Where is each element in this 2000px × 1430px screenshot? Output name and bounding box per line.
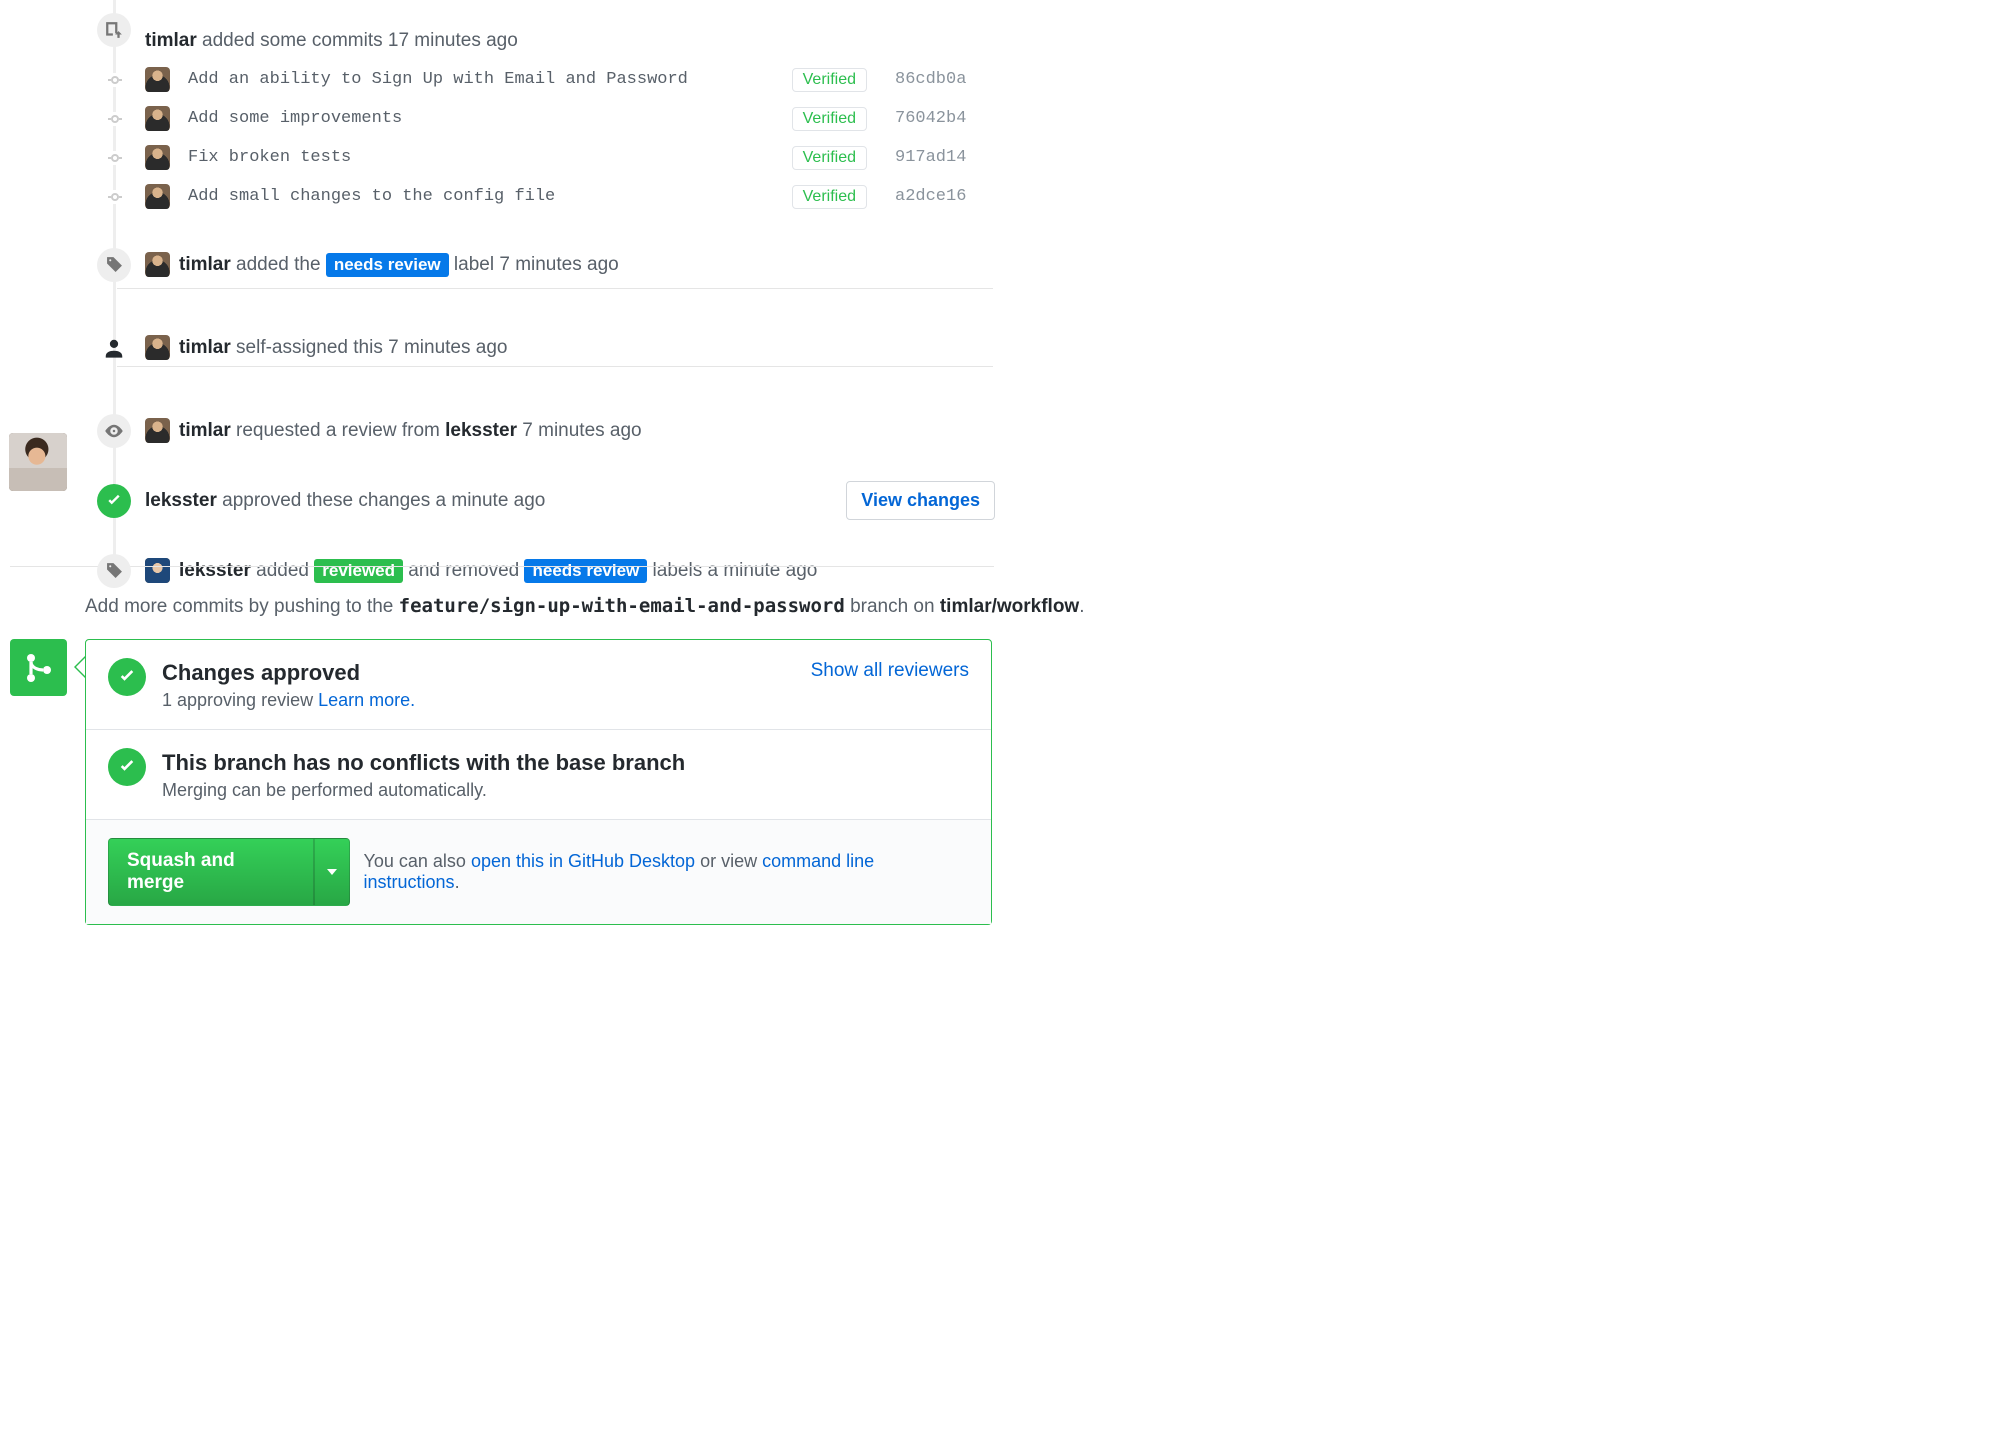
tag-icon [97,248,131,282]
avatar[interactable] [9,433,67,491]
branch-name: feature/sign-up-with-email-and-password [399,595,845,617]
timeline-event-push: timlar added some commits 17 minutes ago [85,0,995,60]
avatar[interactable] [145,106,170,131]
separator [117,288,993,289]
heading-no-conflicts: This branch has no conflicts with the ba… [162,750,685,776]
tag-icon [97,554,131,588]
commit-sha[interactable]: a2dce16 [895,187,995,206]
merge-noconflict-section: This branch has no conflicts with the ba… [86,730,991,820]
label-needs-review[interactable]: needs review [524,559,647,583]
merge-options-dropdown[interactable] [314,838,350,906]
learn-more-link[interactable]: Learn more. [318,690,415,710]
speech-caret [74,656,85,678]
label-reviewed[interactable]: reviewed [314,559,403,583]
push-hint: Add more commits by pushing to the featu… [85,595,1085,618]
commit-dot-icon [108,151,122,165]
user-link[interactable]: leksster [179,560,251,582]
verified-badge[interactable]: Verified [792,185,867,209]
commit-message[interactable]: Add some improvements [188,109,782,128]
event-time[interactable]: a minute ago [436,490,546,512]
verified-badge[interactable]: Verified [792,146,867,170]
merge-approved-section: Show all reviewers Changes approved 1 ap… [86,640,991,730]
avatar[interactable] [145,184,170,209]
timeline-event-assign: timlar self-assigned this 7 minutes ago [85,327,995,368]
user-link[interactable]: timlar [179,420,231,442]
merge-box: Show all reviewers Changes approved 1 ap… [85,639,992,925]
check-icon [108,748,146,786]
timeline-event-approved: leksster approved these changes a minute… [85,473,995,528]
event-time[interactable]: 7 minutes ago [522,420,641,442]
commit-row: Add an ability to Sign Up with Email and… [145,60,995,99]
user-link[interactable]: timlar [179,254,231,276]
commit-sha[interactable]: 76042b4 [895,109,995,128]
separator [117,366,993,367]
repo-name: timlar/workflow [940,596,1079,617]
timeline: timlar added some commits 17 minutes ago… [85,0,995,591]
user-link[interactable]: leksster [445,420,517,442]
commit-dot-icon [108,190,122,204]
event-time[interactable]: 7 minutes ago [388,337,507,359]
git-merge-icon [10,639,67,696]
timeline-event-label-swap: leksster added reviewed and removed need… [85,550,995,591]
show-all-reviewers-link[interactable]: Show all reviewers [811,660,969,682]
user-link[interactable]: timlar [145,30,197,52]
squash-and-merge-button[interactable]: Squash and merge [108,838,314,906]
commit-sha[interactable]: 86cdb0a [895,70,995,89]
event-time[interactable]: 17 minutes ago [388,30,518,52]
avatar[interactable] [145,145,170,170]
commit-row: Add small changes to the config file Ver… [145,177,995,216]
user-link[interactable]: timlar [179,337,231,359]
heading-approved: Changes approved [162,660,415,686]
avatar[interactable] [145,335,170,360]
open-in-desktop-link[interactable]: open this in GitHub Desktop [471,851,695,871]
separator [10,566,994,567]
timeline-event-review-request: timlar requested a review from leksster … [85,410,995,451]
commit-message[interactable]: Add an ability to Sign Up with Email and… [188,70,782,89]
verified-badge[interactable]: Verified [792,68,867,92]
check-icon [108,658,146,696]
commit-message[interactable]: Add small changes to the config file [188,187,782,206]
commit-dot-icon [108,73,122,87]
commit-dot-icon [108,112,122,126]
event-verb: added some commits [202,30,383,52]
commit-row: Add some improvements Verified 76042b4 [145,99,995,138]
avatar[interactable] [145,418,170,443]
repo-push-icon [97,13,131,47]
merge-footer-text: You can also open this in GitHub Desktop… [364,851,969,893]
commit-message[interactable]: Fix broken tests [188,148,782,167]
avatar[interactable] [145,67,170,92]
merge-action-section: Squash and merge You can also open this … [86,820,991,924]
label-needs-review[interactable]: needs review [326,253,449,277]
commit-sha[interactable]: 917ad14 [895,148,995,167]
avatar[interactable] [145,558,170,583]
caret-down-icon [327,869,337,875]
squash-and-merge-button-group: Squash and merge [108,838,350,906]
event-time[interactable]: 7 minutes ago [499,254,618,276]
check-icon [97,484,131,518]
verified-badge[interactable]: Verified [792,107,867,131]
person-icon [97,331,131,365]
eye-icon [97,414,131,448]
commit-row: Fix broken tests Verified 917ad14 [145,138,995,177]
user-link[interactable]: leksster [145,490,217,512]
avatar[interactable] [145,252,170,277]
timeline-event-label: timlar added the needs review label 7 mi… [85,244,995,285]
event-time[interactable]: a minute ago [707,560,817,582]
view-changes-button[interactable]: View changes [846,481,995,520]
